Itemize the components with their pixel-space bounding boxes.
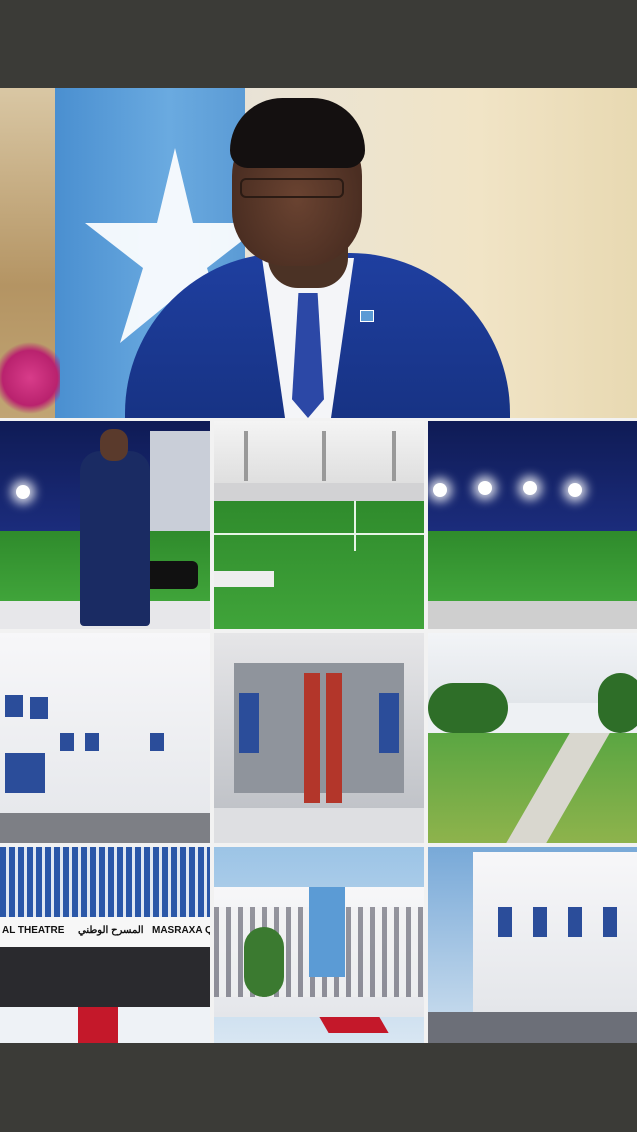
window (60, 733, 74, 751)
sign-text-right: MASRAXA Q (152, 925, 210, 936)
flag-banner (309, 887, 345, 977)
lapel-pin (360, 310, 374, 322)
floodlight (523, 481, 537, 495)
floodlight (568, 483, 582, 497)
sign-text-arabic: المسرح الوطني (78, 925, 144, 936)
entrance (0, 947, 210, 1007)
window (533, 907, 547, 937)
light-mast (392, 431, 396, 481)
floodlight (433, 483, 447, 497)
hero-portrait-photo (0, 88, 637, 418)
stadium-roof (428, 421, 637, 531)
tile-football-pitch (214, 421, 424, 629)
palm-tree (244, 927, 284, 997)
light-mast (244, 431, 248, 481)
tile-white-office-block (428, 847, 637, 1043)
light-mast (322, 431, 326, 481)
person-head (100, 429, 128, 461)
window (498, 907, 512, 937)
window (239, 693, 259, 753)
pitch (428, 531, 637, 601)
window (150, 733, 164, 751)
tile-building-with-flag-banner (214, 847, 424, 1043)
tile-leader-walking-stadium (0, 421, 210, 629)
top-dark-bar (0, 0, 637, 88)
window (603, 907, 617, 937)
window (379, 693, 399, 753)
forecourt (214, 808, 424, 843)
driveway (0, 813, 210, 843)
tile-modern-entrance (214, 633, 424, 843)
bottom-dark-bar (0, 1043, 637, 1132)
tree (598, 673, 637, 733)
glass-facade (0, 847, 210, 917)
red-carpet (78, 1007, 118, 1043)
tile-white-building (0, 633, 210, 843)
photo-collage: AL THEATRE المسرح الوطني MASRAXA Q (0, 88, 637, 1043)
sign-text-left: AL THEATRE (2, 925, 65, 936)
window (5, 695, 23, 717)
window (30, 697, 48, 719)
tree (428, 683, 508, 733)
floodlight (478, 481, 492, 495)
barrier (428, 601, 637, 629)
tile-national-theatre: AL THEATRE المسرح الوطني MASRAXA Q (0, 847, 210, 1043)
floodlight (16, 485, 30, 499)
hair (230, 98, 365, 168)
pitch-line (214, 533, 424, 535)
glasses (240, 178, 344, 198)
tile-stadium-night-lights (428, 421, 637, 629)
red-column (304, 673, 320, 803)
window (85, 733, 99, 751)
dugout (214, 571, 274, 587)
pitch-line (354, 501, 356, 551)
parked-cars (428, 1012, 637, 1043)
flowers (0, 338, 60, 418)
red-column (326, 673, 342, 803)
window (568, 907, 582, 937)
stand (214, 483, 424, 501)
red-carpet (319, 1017, 389, 1033)
pitch (214, 501, 424, 629)
window (5, 753, 45, 793)
walking-person (80, 451, 150, 626)
tile-campus-lawn (428, 633, 637, 843)
